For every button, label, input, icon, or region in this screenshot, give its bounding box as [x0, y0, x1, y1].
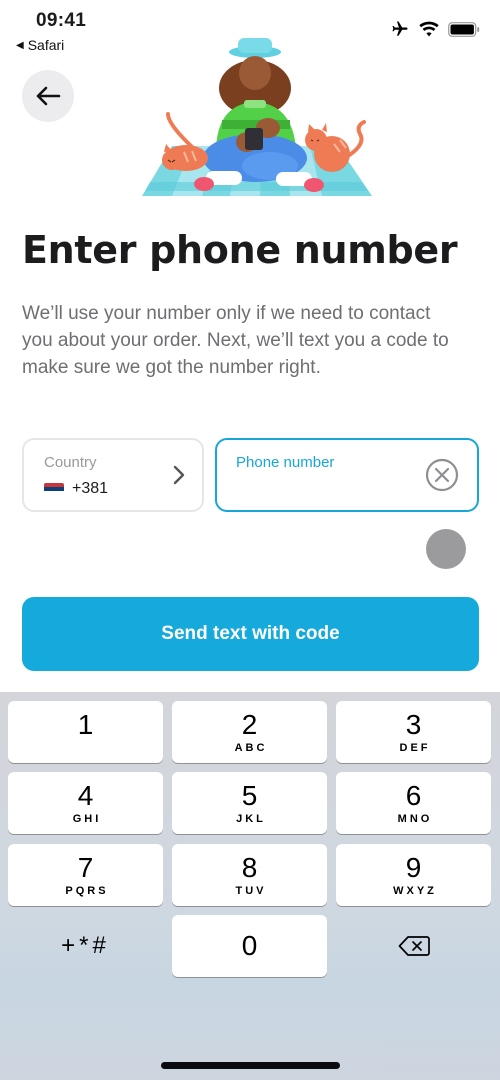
triangle-left-icon: ◀ [16, 39, 24, 51]
send-text-with-code-button[interactable]: Send text with code [22, 597, 479, 671]
phone-number-label: Phone number [236, 454, 335, 471]
key-digit: 6 [405, 780, 422, 811]
key-digit: 9 [405, 852, 422, 883]
key-digit: 4 [77, 780, 94, 811]
home-indicator[interactable] [161, 1062, 340, 1069]
symbols-label: +*# [61, 932, 110, 959]
key-7[interactable]: 7 PQRS [8, 844, 163, 906]
key-6[interactable]: 6 MNO [336, 772, 491, 834]
key-digit: 5 [241, 780, 258, 811]
key-digit: 3 [405, 709, 422, 740]
wifi-icon [419, 21, 439, 37]
key-digit: 2 [241, 709, 258, 740]
key-letters: WXYZ [393, 885, 437, 897]
key-digit: 8 [241, 852, 258, 883]
back-to-app-link[interactable]: ◀ Safari [16, 37, 64, 53]
touch-indicator [426, 529, 466, 569]
key-digit: 7 [77, 852, 94, 883]
key-symbols[interactable]: +*# [8, 915, 163, 977]
country-selector[interactable]: Country +381 [22, 438, 204, 512]
status-icons [390, 20, 480, 38]
person-with-phone-and-cats-illustration [142, 38, 372, 196]
key-9[interactable]: 9 WXYZ [336, 844, 491, 906]
numeric-keypad: 1 2 ABC 3 DEF 4 GHI 5 JKL 6 MNO 7 PQRS 8… [0, 692, 500, 1080]
status-time: 09:41 [36, 10, 87, 31]
page-title: Enter phone number [22, 228, 458, 272]
page-description: We’ll use your number only if we need to… [22, 303, 449, 378]
serbia-flag-icon [44, 482, 64, 496]
key-letters: DEF [399, 742, 431, 754]
key-letters: GHI [72, 813, 102, 825]
key-1[interactable]: 1 [8, 701, 163, 763]
backspace-icon [398, 936, 430, 956]
phone-number-field[interactable]: Phone number [215, 438, 479, 512]
dial-code: +381 [72, 480, 109, 497]
key-letters: PQRS [65, 885, 109, 897]
arrow-left-icon [36, 86, 61, 106]
key-digit: 1 [77, 709, 94, 740]
key-letters: JKL [236, 813, 266, 825]
chevron-right-icon [173, 465, 185, 485]
key-digit: 0 [241, 930, 258, 961]
back-button[interactable] [22, 70, 74, 122]
clear-circle-x-icon[interactable] [425, 458, 459, 492]
country-value: +381 [44, 480, 108, 498]
country-label: Country [44, 454, 97, 471]
key-8[interactable]: 8 TUV [172, 844, 327, 906]
delete-key[interactable] [336, 915, 491, 977]
key-5[interactable]: 5 JKL [172, 772, 327, 834]
battery-icon [448, 21, 480, 37]
key-4[interactable]: 4 GHI [8, 772, 163, 834]
key-letters: TUV [235, 885, 267, 897]
key-2[interactable]: 2 ABC [172, 701, 327, 763]
key-letters: MNO [397, 813, 433, 825]
key-letters: ABC [234, 742, 268, 754]
phone-number-input[interactable] [236, 478, 416, 504]
key-0[interactable]: 0 [172, 915, 327, 977]
key-3[interactable]: 3 DEF [336, 701, 491, 763]
back-app-label: Safari [27, 37, 65, 53]
